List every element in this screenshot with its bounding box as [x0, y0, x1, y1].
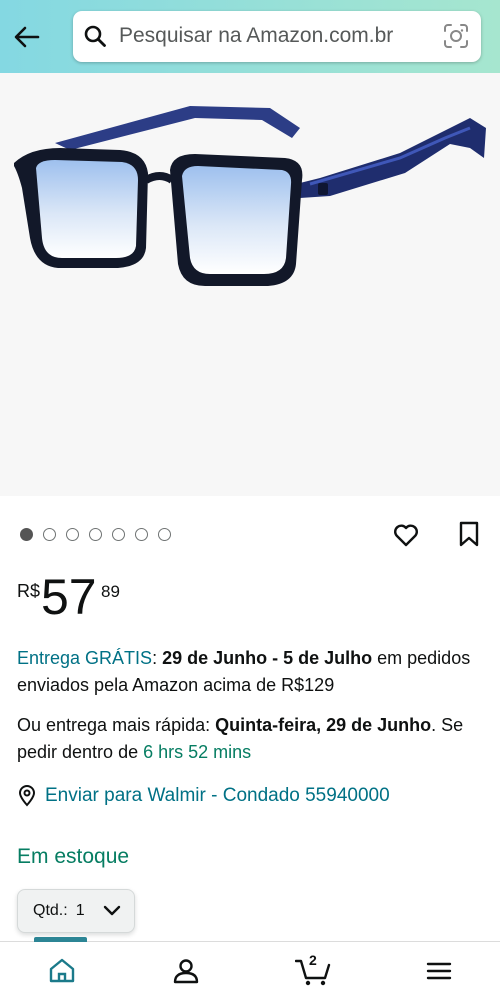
product-image-gallery[interactable] — [0, 73, 500, 496]
stock-status: Em estoque — [17, 845, 130, 868]
product-image-glasses — [14, 106, 486, 286]
quantity-dropdown[interactable]: Qtd.: 1 — [17, 889, 135, 933]
location-pin-icon — [17, 785, 37, 807]
fast-delivery-info: Ou entrega mais rápida: Quinta-feira, 29… — [17, 715, 464, 762]
price-whole: 57 — [41, 569, 97, 625]
carousel-dot[interactable] — [112, 528, 125, 541]
chevron-down-icon — [102, 903, 122, 919]
home-icon[interactable] — [47, 956, 77, 986]
carousel-dot[interactable] — [20, 528, 33, 541]
search-placeholder: Pesquisar na Amazon.com.br — [119, 24, 394, 47]
back-arrow-icon[interactable] — [12, 22, 42, 52]
delivery-date-range: 29 de Junho - 5 de Julho — [162, 648, 373, 668]
heart-icon[interactable] — [392, 521, 420, 549]
carousel-dot[interactable] — [66, 528, 79, 541]
image-carousel-dots[interactable] — [20, 528, 171, 542]
camera-lens-icon[interactable] — [443, 23, 469, 49]
price-fraction: 89 — [101, 582, 120, 601]
cart-count-badge: 2 — [309, 952, 317, 968]
carousel-dot[interactable] — [43, 528, 56, 541]
quantity-label: Qtd.: — [33, 902, 68, 919]
price-currency: R$ — [17, 581, 41, 601]
bookmark-icon[interactable] — [456, 520, 482, 548]
search-icon — [83, 24, 107, 48]
active-tab-indicator — [34, 937, 87, 942]
carousel-dot[interactable] — [158, 528, 171, 541]
ship-to-link[interactable]: Enviar para Walmir - Condado 55940000 — [17, 783, 390, 809]
delivery-info: Entrega GRÁTIS: 29 de Junho - 5 de Julho… — [17, 648, 471, 695]
carousel-dot[interactable] — [89, 528, 102, 541]
bottom-navigation: 2 — [0, 937, 500, 999]
quantity-value: 1 — [75, 902, 85, 919]
top-bar: Pesquisar na Amazon.com.br — [0, 0, 500, 73]
account-icon[interactable] — [171, 956, 201, 986]
order-countdown: 6 hrs 52 mins — [143, 742, 252, 762]
search-input[interactable]: Pesquisar na Amazon.com.br — [73, 11, 481, 62]
fast-delivery-date: Quinta-feira, 29 de Junho — [215, 715, 432, 735]
free-delivery-link[interactable]: Entrega GRÁTIS — [17, 648, 152, 668]
cart-icon[interactable]: 2 — [294, 952, 331, 988]
menu-icon[interactable] — [424, 956, 454, 986]
ship-to-label: Enviar para Walmir - Condado 55940000 — [45, 785, 390, 806]
carousel-dot[interactable] — [135, 528, 148, 541]
